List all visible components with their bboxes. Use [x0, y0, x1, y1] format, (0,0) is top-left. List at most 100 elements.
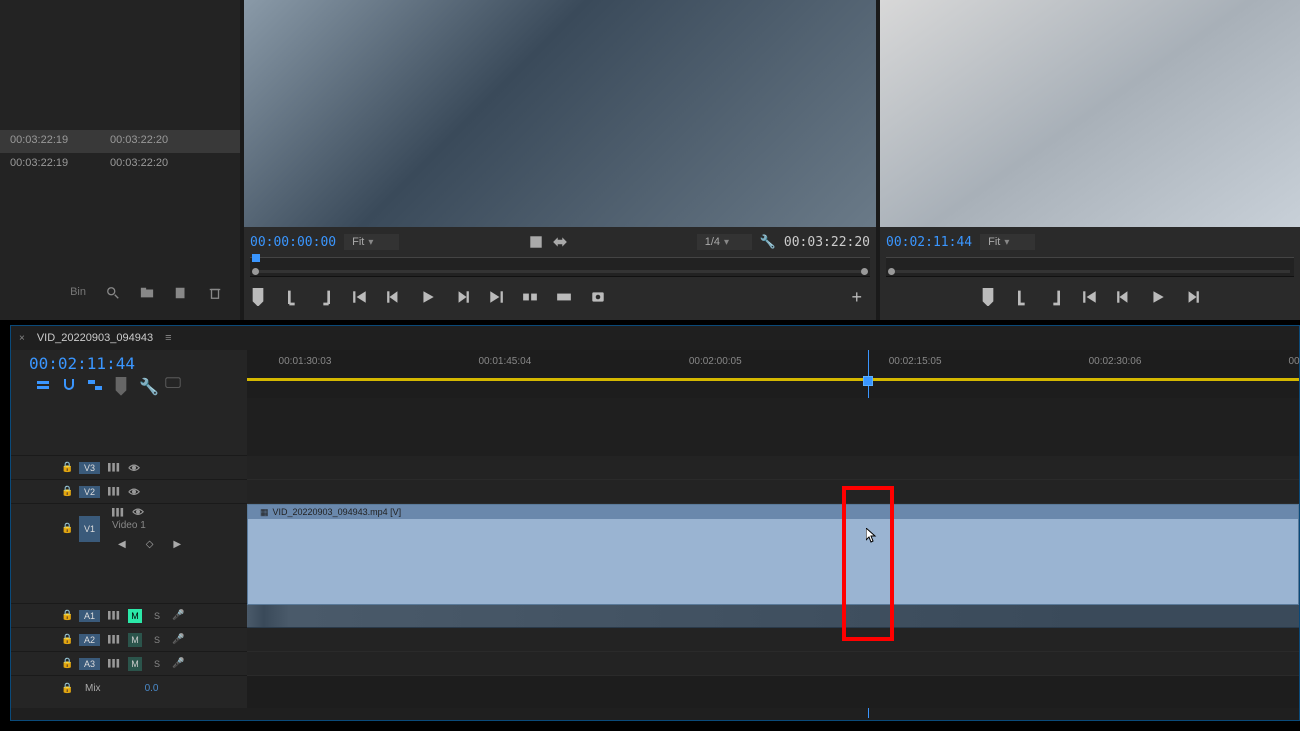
sync-lock-icon[interactable] [108, 659, 120, 668]
mute-button[interactable]: M [128, 633, 142, 647]
track-label[interactable]: V2 [79, 486, 100, 498]
sync-lock-icon[interactable] [108, 487, 120, 496]
mute-button[interactable]: M [128, 609, 142, 623]
sync-lock-icon[interactable] [108, 611, 120, 620]
mix-value[interactable]: 0.0 [145, 683, 159, 694]
eye-icon[interactable] [128, 488, 140, 496]
step-forward-icon[interactable] [454, 289, 470, 305]
track-label[interactable]: A2 [79, 634, 100, 646]
add-marker-icon[interactable] [113, 377, 129, 393]
mute-button[interactable]: M [128, 657, 142, 671]
video-clip[interactable]: ▦ VID_20220903_094943.mp4 [V] [247, 504, 1299, 604]
wrench-icon[interactable]: 🔧 [760, 234, 776, 250]
solo-button[interactable]: S [150, 609, 164, 623]
add-marker-icon[interactable] [980, 289, 996, 305]
track-header-v3[interactable]: 🔒 V3 [11, 456, 247, 480]
play-icon[interactable] [420, 289, 436, 305]
caption-track-icon[interactable] [165, 377, 181, 393]
eye-icon[interactable] [128, 464, 140, 472]
track-label[interactable]: V3 [79, 462, 100, 474]
mark-in-icon[interactable] [284, 289, 300, 305]
resolution-dropdown[interactable]: 1/4 [697, 234, 752, 250]
timeline-tracks[interactable]: ▦ VID_20220903_094943.mp4 [V] [247, 398, 1299, 708]
lock-icon[interactable]: 🔒 [61, 610, 71, 621]
mark-out-icon[interactable] [318, 289, 334, 305]
trash-icon[interactable] [208, 286, 222, 300]
track-header-v2[interactable]: 🔒 V2 [11, 480, 247, 504]
lock-icon[interactable]: 🔒 [61, 486, 71, 497]
eye-icon[interactable] [132, 508, 144, 517]
track-label[interactable]: A3 [79, 658, 100, 670]
lock-icon[interactable]: 🔒 [61, 658, 71, 669]
voice-over-icon[interactable]: 🎤 [172, 658, 182, 669]
prev-keyframe-icon[interactable]: ◀ [118, 539, 126, 550]
snap-icon[interactable] [61, 377, 77, 393]
audio-clip-a1[interactable] [247, 604, 1299, 628]
track-header-v1[interactable]: 🔒 V1 Video 1 ◀ ◇ ▶ [11, 504, 247, 604]
track-label[interactable]: A1 [79, 610, 100, 622]
nest-sequence-icon[interactable] [35, 377, 51, 393]
zoom-fit-dropdown[interactable]: Fit [344, 234, 399, 250]
sync-lock-icon[interactable] [108, 463, 120, 472]
playhead-handle[interactable] [863, 376, 873, 386]
add-marker-icon[interactable] [250, 289, 266, 305]
sync-lock-icon[interactable] [112, 508, 124, 517]
go-to-out-icon[interactable] [488, 289, 504, 305]
program-current-timecode[interactable]: 00:02:11:44 [886, 235, 972, 250]
marker-row[interactable]: 00:03:22:19 00:03:22:20 [0, 130, 240, 153]
timeline-settings-icon[interactable]: 🔧 [139, 377, 155, 393]
track-v3-lane[interactable] [247, 456, 1299, 480]
close-icon[interactable]: × [19, 333, 25, 344]
track-header-a1[interactable]: 🔒 A1 M S 🎤 [11, 604, 247, 628]
go-to-in-icon[interactable] [352, 289, 368, 305]
mark-in-icon[interactable] [1014, 289, 1030, 305]
mark-out-icon[interactable] [1048, 289, 1064, 305]
lock-icon[interactable]: 🔒 [61, 683, 71, 694]
drag-video-icon[interactable] [552, 234, 568, 250]
track-v2-lane[interactable] [247, 480, 1299, 504]
new-bin-icon[interactable] [140, 286, 154, 300]
solo-button[interactable]: S [150, 633, 164, 647]
track-a2-lane[interactable] [247, 628, 1299, 652]
mix-track-header[interactable]: 🔒 Mix 0.0 ▶| [11, 676, 247, 700]
step-back-icon[interactable] [386, 289, 402, 305]
insert-icon[interactable] [522, 289, 538, 305]
marker-row[interactable]: 00:03:22:19 00:03:22:20 [0, 153, 240, 176]
overwrite-icon[interactable] [556, 289, 572, 305]
lock-icon[interactable]: 🔒 [61, 462, 71, 473]
lock-icon[interactable]: 🔒 [61, 634, 71, 645]
step-back-icon[interactable] [1116, 289, 1132, 305]
program-scrubber[interactable] [886, 257, 1294, 277]
solo-button[interactable]: S [150, 657, 164, 671]
voice-over-icon[interactable]: 🎤 [172, 610, 182, 621]
add-keyframe-icon[interactable]: ◇ [146, 539, 154, 550]
track-a3-lane[interactable] [247, 652, 1299, 676]
source-scrubber[interactable] [250, 257, 870, 277]
search-icon[interactable] [106, 286, 120, 300]
button-editor-icon[interactable]: + [851, 287, 862, 308]
work-area-bar[interactable] [247, 378, 1299, 381]
track-header-a2[interactable]: 🔒 A2 M S 🎤 [11, 628, 247, 652]
linked-selection-icon[interactable] [87, 377, 103, 393]
lock-icon[interactable]: 🔒 [61, 523, 71, 534]
sequence-tab[interactable]: × VID_20220903_094943 ≡ [11, 326, 1299, 350]
timeline-playhead-timecode[interactable]: 00:02:11:44 [11, 350, 247, 373]
program-video-frame[interactable] [880, 0, 1300, 227]
voice-over-icon[interactable]: 🎤 [172, 634, 182, 645]
sync-lock-icon[interactable] [108, 635, 120, 644]
zoom-fit-dropdown[interactable]: Fit [980, 234, 1035, 250]
source-duration-timecode[interactable]: 00:03:22:20 [784, 235, 870, 250]
new-item-icon[interactable] [174, 286, 188, 300]
track-label[interactable]: V1 [79, 516, 100, 542]
step-forward-icon[interactable] [1184, 289, 1200, 305]
track-header-a3[interactable]: 🔒 A3 M S 🎤 [11, 652, 247, 676]
play-icon[interactable] [1150, 289, 1166, 305]
timeline-ruler[interactable]: 00:01:30:03 00:01:45:04 00:02:00:05 00:0… [247, 350, 1299, 398]
source-video-frame[interactable] [244, 0, 876, 227]
go-to-in-icon[interactable] [1082, 289, 1098, 305]
next-keyframe-icon[interactable]: ▶ [173, 539, 181, 550]
settings-icon[interactable] [528, 234, 544, 250]
export-frame-icon[interactable] [590, 289, 606, 305]
source-current-timecode[interactable]: 00:00:00:00 [250, 235, 336, 250]
tab-menu-icon[interactable]: ≡ [165, 332, 171, 344]
